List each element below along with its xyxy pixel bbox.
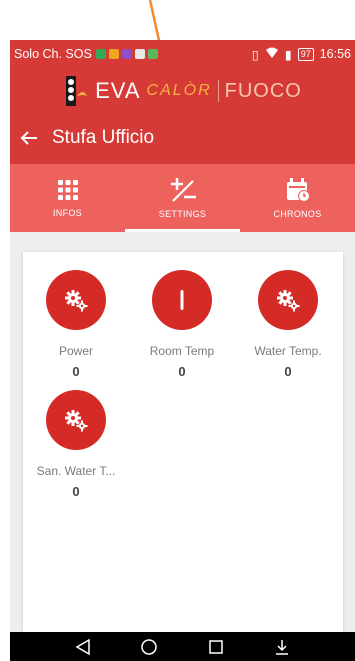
app-notification-icon bbox=[134, 49, 145, 59]
carrier-name: Solo Ch. SOS bbox=[14, 47, 92, 61]
status-bar: Solo Ch. SOS ▯ ▮ 97 16:56 bbox=[10, 40, 355, 68]
param-label: Water Temp. bbox=[254, 344, 322, 358]
sim-icon: ▮ bbox=[284, 47, 292, 62]
param-icon-circle bbox=[258, 270, 318, 330]
clock: 16:56 bbox=[319, 47, 351, 61]
gears-icon bbox=[65, 290, 88, 312]
nav-recents-button[interactable] bbox=[202, 636, 230, 658]
tab-label: SETTINGS bbox=[158, 209, 207, 219]
param-icon-circle bbox=[152, 270, 212, 330]
param-label: San. Water T... bbox=[36, 464, 116, 478]
notification-icons bbox=[95, 49, 158, 59]
param-value: 0 bbox=[72, 364, 80, 379]
logo-fuoco-text: FUOCO bbox=[224, 79, 302, 102]
param-value: 0 bbox=[178, 364, 186, 379]
tab-bar: INFOS SETTINGS CHRONOS bbox=[10, 164, 355, 232]
app-bar: EVA CALÒR FUOCO Stufa Ufficio bbox=[10, 68, 355, 164]
brand-logo: EVA CALÒR FUOCO bbox=[10, 72, 355, 110]
system-nav-bar bbox=[10, 632, 355, 661]
plus-minus-icon bbox=[170, 178, 196, 202]
app-notification-icon bbox=[147, 49, 158, 59]
tab-label: INFOS bbox=[52, 208, 82, 218]
param-san-water-temp[interactable]: San. Water T... 0 bbox=[23, 390, 129, 510]
gears-icon bbox=[277, 290, 300, 312]
square-recents-icon bbox=[208, 639, 223, 654]
param-power[interactable]: Power 0 bbox=[23, 270, 129, 390]
pull-down-icon bbox=[275, 639, 288, 655]
nav-home-button[interactable] bbox=[135, 636, 163, 658]
vibrate-icon: ▯ bbox=[251, 47, 259, 62]
page-title: Stufa Ufficio bbox=[52, 127, 155, 148]
arrow-left-icon bbox=[20, 131, 37, 145]
gears-icon bbox=[65, 410, 88, 432]
param-label: Power bbox=[58, 344, 93, 358]
app-notification-icon bbox=[121, 49, 132, 59]
param-icon-circle bbox=[46, 270, 106, 330]
param-label: Room Temp bbox=[149, 344, 215, 358]
nav-back-button[interactable] bbox=[69, 636, 97, 658]
tab-chronos[interactable]: CHRONOS bbox=[240, 164, 355, 232]
battery-icon: 97 bbox=[297, 47, 314, 61]
thermometer-icon bbox=[180, 290, 184, 310]
app-notification-icon bbox=[108, 49, 119, 59]
tab-settings[interactable]: SETTINGS bbox=[125, 164, 240, 232]
circle-home-icon bbox=[141, 638, 158, 655]
nav-notifications-button[interactable] bbox=[268, 636, 296, 658]
param-value: 0 bbox=[284, 364, 292, 379]
logo-eva-text: EVA bbox=[95, 78, 141, 103]
settings-card: Power 0 Room Temp 0 Water Temp. 0 San. W… bbox=[23, 252, 343, 632]
param-icon-circle bbox=[46, 390, 106, 450]
tab-infos[interactable]: INFOS bbox=[10, 164, 125, 232]
settings-content: Power 0 Room Temp 0 Water Temp. 0 San. W… bbox=[10, 232, 355, 632]
param-water-temp[interactable]: Water Temp. 0 bbox=[235, 270, 341, 390]
triangle-back-icon bbox=[75, 638, 90, 655]
flame-logo-icon bbox=[66, 76, 88, 106]
param-grid: Power 0 Room Temp 0 Water Temp. 0 San. W… bbox=[23, 270, 343, 510]
logo-calor-text: CALÒR bbox=[146, 82, 212, 99]
param-room-temp[interactable]: Room Temp 0 bbox=[129, 270, 235, 390]
tab-label: CHRONOS bbox=[273, 209, 322, 219]
calendar-clock-icon bbox=[286, 178, 310, 202]
param-value: 0 bbox=[72, 484, 80, 499]
logo-separator bbox=[217, 80, 219, 102]
grid-dots-icon bbox=[57, 180, 78, 200]
wifi-icon bbox=[265, 47, 279, 62]
back-button[interactable] bbox=[10, 119, 48, 157]
app-notification-icon bbox=[95, 49, 106, 59]
